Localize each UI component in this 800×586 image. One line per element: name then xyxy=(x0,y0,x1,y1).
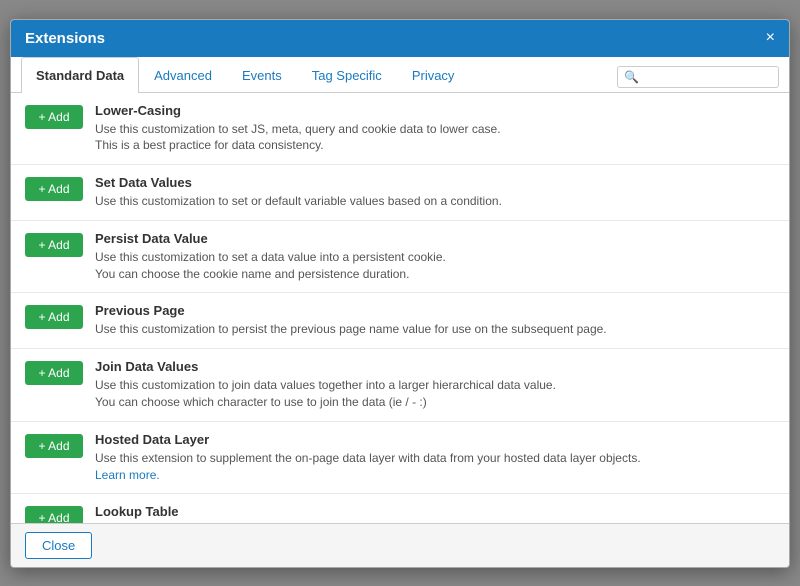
add-button-lookup-table[interactable]: + Add xyxy=(25,506,83,522)
items-list: + Add Lower-Casing Use this customization … xyxy=(11,93,789,523)
item-title-lookup-table: Lookup Table xyxy=(95,504,775,519)
search-icon: 🔍 xyxy=(624,70,639,84)
item-title-hosted-data-layer: Hosted Data Layer xyxy=(95,432,775,447)
modal-title: Extensions xyxy=(25,30,105,47)
item-desc-join-data-values: Use this customization to join data valu… xyxy=(95,377,775,411)
modal-footer: Close xyxy=(11,523,789,567)
item-desc-previous-page: Use this customization to persist the pr… xyxy=(95,321,775,338)
close-button[interactable]: Close xyxy=(25,532,92,559)
item-title-lower-casing: Lower-Casing xyxy=(95,103,775,118)
list-item: + Add Join Data Values Use this customizat… xyxy=(11,349,789,422)
item-desc-lower-casing: Use this customization to set JS, meta, … xyxy=(95,121,775,155)
list-item: + AddLookup TableUse this extension to t… xyxy=(11,494,789,522)
add-button-persist-data-value[interactable]: + Add xyxy=(25,233,83,257)
list-item: + Add Hosted Data Layer Use this extension… xyxy=(11,422,789,495)
item-title-persist-data-value: Persist Data Value xyxy=(95,231,775,246)
add-button-lower-casing[interactable]: + Add xyxy=(25,105,83,129)
item-desc-hosted-data-layer: Use this extension to supplement the on-… xyxy=(95,450,775,484)
item-title-join-data-values: Join Data Values xyxy=(95,359,775,374)
tabs-bar: Standard Data Advanced Events Tag Specif… xyxy=(11,57,789,93)
add-button-set-data-values[interactable]: + Add xyxy=(25,177,83,201)
list-item: + Add Set Data Values Use this customizati… xyxy=(11,165,789,221)
modal-header: Extensions × xyxy=(11,20,789,57)
extensions-modal: Extensions × Standard Data Advanced Even… xyxy=(10,19,790,568)
add-button-hosted-data-layer[interactable]: + Add xyxy=(25,434,83,458)
item-title-previous-page: Previous Page xyxy=(95,303,775,318)
tab-privacy[interactable]: Privacy xyxy=(397,57,470,93)
tab-tag-specific[interactable]: Tag Specific xyxy=(297,57,397,93)
list-item: + Add Previous Page Use this customization… xyxy=(11,293,789,349)
add-button-join-data-values[interactable]: + Add xyxy=(25,361,83,385)
search-box: 🔍 xyxy=(617,66,779,88)
item-title-set-data-values: Set Data Values xyxy=(95,175,775,190)
item-desc-set-data-values: Use this customization to set or default… xyxy=(95,193,775,210)
tab-standard-data[interactable]: Standard Data xyxy=(21,57,139,93)
modal-close-button[interactable]: × xyxy=(766,30,775,46)
add-button-previous-page[interactable]: + Add xyxy=(25,305,83,329)
list-item: + Add Persist Data Value Use this customiz… xyxy=(11,221,789,294)
search-input[interactable] xyxy=(642,70,772,84)
item-desc-persist-data-value: Use this customization to set a data val… xyxy=(95,249,775,283)
list-item: + Add Lower-Casing Use this customization … xyxy=(11,93,789,166)
tab-advanced[interactable]: Advanced xyxy=(139,57,227,93)
item-link-hosted-data-layer[interactable]: Learn more. xyxy=(95,468,160,482)
tab-events[interactable]: Events xyxy=(227,57,297,93)
